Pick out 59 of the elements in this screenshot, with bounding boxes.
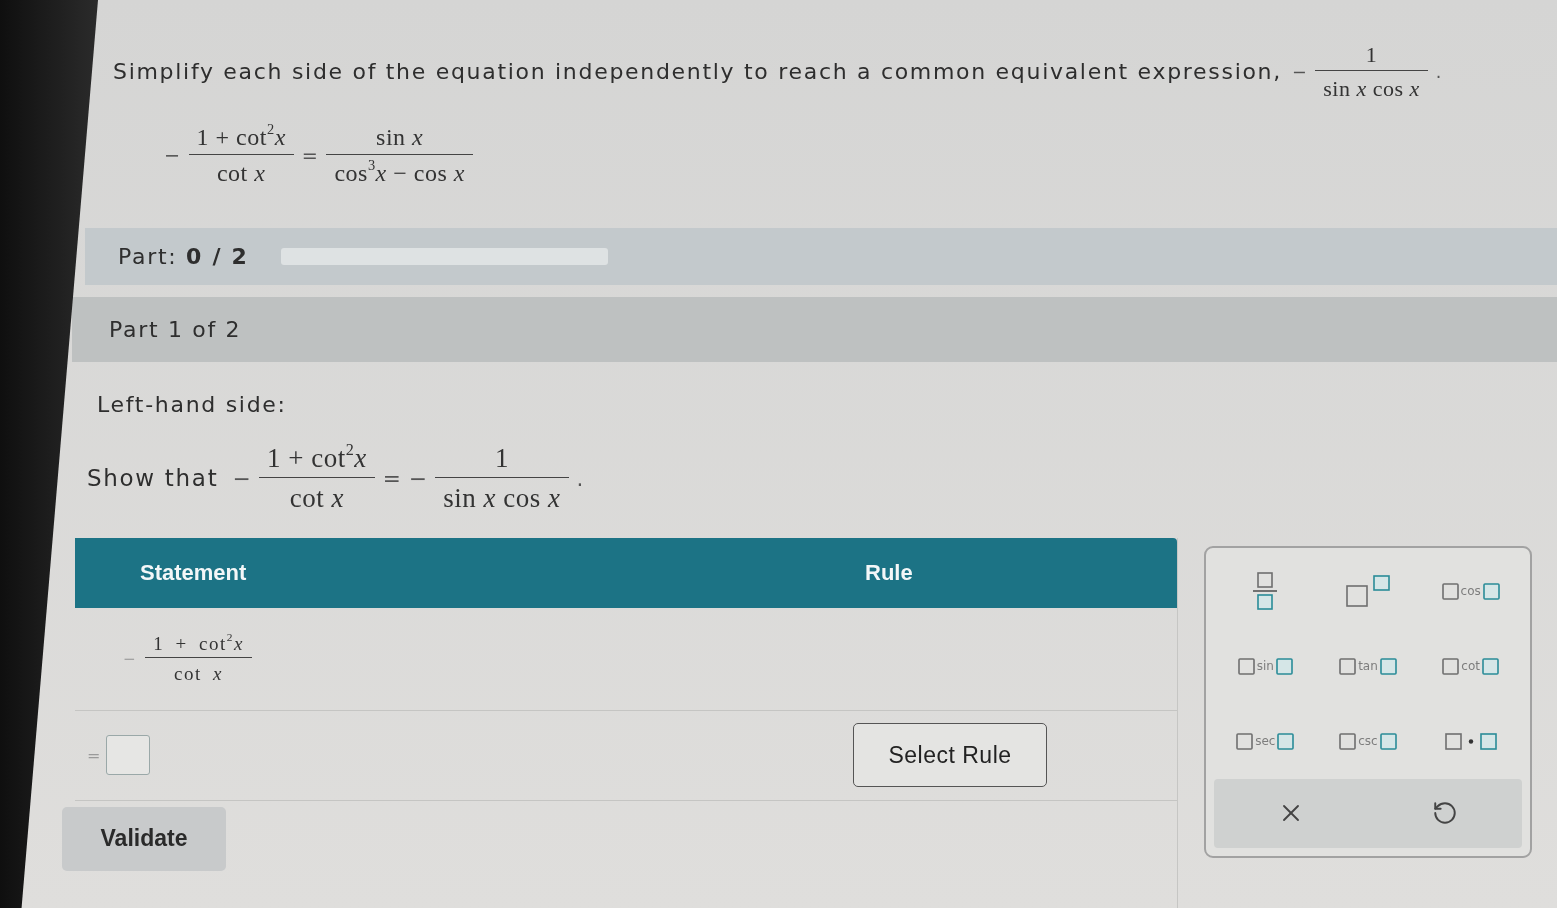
fraction-denominator: sin x cos x <box>1322 75 1421 102</box>
fraction-denominator: cot x <box>288 481 345 514</box>
fraction-denominator: cot x <box>173 662 224 686</box>
math-symbol: = <box>301 144 319 168</box>
fraction-numerator: 1 + cot$^{2}$x <box>259 442 375 478</box>
square-icon <box>1236 732 1254 750</box>
function-label: sec <box>1255 734 1276 749</box>
column-header: Rule <box>864 559 913 586</box>
progress-label: Part: 0 / 2 <box>118 243 249 269</box>
math-symbol: = − <box>382 465 428 491</box>
undo-icon <box>1432 800 1458 827</box>
square-icon <box>1277 732 1295 750</box>
function-label: cos <box>1460 584 1481 599</box>
equals-sign: = <box>87 745 101 765</box>
square-icon <box>1379 732 1397 750</box>
function-label: cot <box>1461 659 1480 674</box>
math-symbol: − <box>232 465 251 491</box>
validate-button[interactable]: Validate <box>62 806 226 871</box>
function-label: tan <box>1358 659 1378 674</box>
math-symbol: − <box>1291 61 1308 82</box>
keypad-key[interactable]: sec <box>1214 703 1317 779</box>
fraction-denominator: cot x <box>215 159 267 188</box>
product-template-icon <box>1444 732 1497 750</box>
math-symbol: . <box>576 465 584 491</box>
square-icon <box>1482 657 1499 675</box>
keypad-key[interactable]: cot <box>1419 628 1522 704</box>
square-icon <box>1275 657 1293 675</box>
select-rule-button[interactable]: Select Rule <box>853 723 1047 788</box>
square-icon <box>1379 657 1397 675</box>
fraction-denominator: cos$^{3}$x − cos x <box>333 156 466 188</box>
square-icon <box>1442 657 1460 675</box>
fraction-numerator: 1 <box>1315 42 1428 72</box>
keypad-key[interactable]: csc <box>1316 703 1420 779</box>
fraction-denominator: sin x cos x <box>442 481 562 514</box>
column-header: Statement <box>139 559 247 586</box>
square-icon <box>1339 732 1357 750</box>
exponent-template-icon <box>1346 575 1390 608</box>
part-title: Part 1 of 2 <box>109 316 242 342</box>
answer-box[interactable] <box>106 735 151 776</box>
fraction-numerator: 1 + cot$^{2}$x <box>145 632 252 659</box>
math-symbol: − <box>123 649 138 668</box>
keypad-key[interactable]: tan <box>1316 628 1420 704</box>
keypad-key[interactable]: sin <box>1214 628 1317 704</box>
fraction-template-icon <box>1253 572 1278 611</box>
square-icon <box>1482 582 1500 600</box>
square-icon <box>1441 582 1459 600</box>
section-label: Left-hand side: <box>97 391 287 417</box>
square-icon <box>1339 657 1357 675</box>
square-icon <box>1237 657 1255 675</box>
math-symbol: − <box>164 144 181 168</box>
fraction-numerator: sin x <box>326 123 473 156</box>
function-label: csc <box>1358 734 1378 749</box>
fraction-numerator: 1 + cot$^{2}$x <box>188 123 294 156</box>
function-label: sin <box>1256 659 1274 674</box>
goal-lead-text: Show that <box>87 465 219 492</box>
fraction-numerator: 1 <box>435 442 569 478</box>
keypad-key[interactable]: cos <box>1419 553 1522 629</box>
instruction-text: Simplify each side of the equation independently to reach a common equivalent expression, <box>113 59 1282 85</box>
math-symbol: . <box>1435 61 1442 82</box>
